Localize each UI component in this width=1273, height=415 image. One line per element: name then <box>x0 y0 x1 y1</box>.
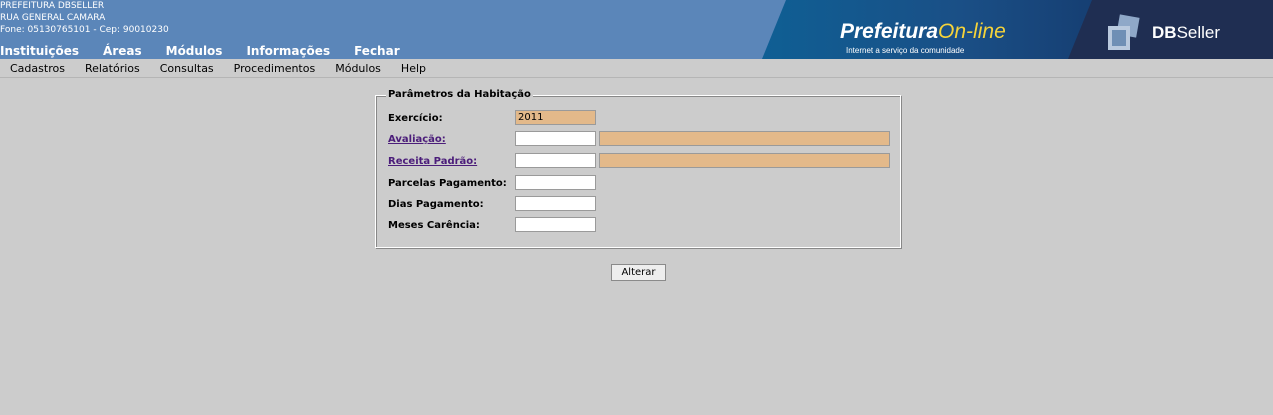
menu-help[interactable]: Help <box>401 62 426 75</box>
avaliacao-link[interactable]: Avaliação: <box>388 133 446 147</box>
receita-padrao-link[interactable]: Receita Padrão: <box>388 155 477 169</box>
address-block: PREFEITURA DBSELLER RUA GENERAL CAMARA F… <box>0 0 169 36</box>
nav-areas[interactable]: Áreas <box>103 44 142 59</box>
prefeitura-online-logo: PrefeituraOn-line <box>840 20 1006 43</box>
menu-bar: Cadastros Relatórios Consultas Procedime… <box>0 59 1273 78</box>
nav-informacoes[interactable]: Informações <box>246 44 330 59</box>
receita-padrao-code-input[interactable] <box>515 153 596 168</box>
street-address: RUA GENERAL CAMARA <box>0 13 106 23</box>
org-name: PREFEITURA DBSELLER <box>0 1 105 11</box>
exercicio-label: Exercício: <box>388 113 443 124</box>
dbseller-logo-text: DBSeller <box>1152 23 1221 42</box>
dias-pagamento-input[interactable] <box>515 196 596 211</box>
fieldset-legend: Parâmetros da Habitação <box>386 88 533 101</box>
avaliacao-code-input[interactable] <box>515 131 596 146</box>
nav-modulos[interactable]: Módulos <box>166 44 223 59</box>
nav-instituicoes[interactable]: Instituições <box>0 44 79 59</box>
menu-relatorios[interactable]: Relatórios <box>85 62 140 75</box>
top-nav: Instituições Áreas Módulos Informações F… <box>0 44 424 59</box>
parcelas-pagamento-input[interactable] <box>515 175 596 190</box>
banner-tagline: Internet a serviço da comunidade <box>846 46 965 55</box>
exercicio-field: 2011 <box>515 110 596 125</box>
menu-procedimentos[interactable]: Procedimentos <box>234 62 316 75</box>
receita-padrao-description-field <box>599 153 890 168</box>
dbseller-logo-icon <box>1108 14 1140 50</box>
nav-fechar[interactable]: Fechar <box>354 44 400 59</box>
alterar-button[interactable]: Alterar <box>611 264 666 281</box>
avaliacao-description-field <box>599 131 890 146</box>
meses-carencia-input[interactable] <box>515 217 596 232</box>
app-header: PREFEITURA DBSELLER RUA GENERAL CAMARA F… <box>0 0 1273 59</box>
dias-pagamento-label: Dias Pagamento: <box>388 199 484 210</box>
menu-modulos[interactable]: Módulos <box>335 62 381 75</box>
parcelas-pagamento-label: Parcelas Pagamento: <box>388 178 507 189</box>
brand-banner: PrefeituraOn-line Internet a serviço da … <box>762 0 1273 59</box>
contact-info: Fone: 05130765101 - Cep: 90010230 <box>0 25 169 35</box>
menu-consultas[interactable]: Consultas <box>160 62 214 75</box>
menu-cadastros[interactable]: Cadastros <box>10 62 65 75</box>
meses-carencia-label: Meses Carência: <box>388 220 480 231</box>
